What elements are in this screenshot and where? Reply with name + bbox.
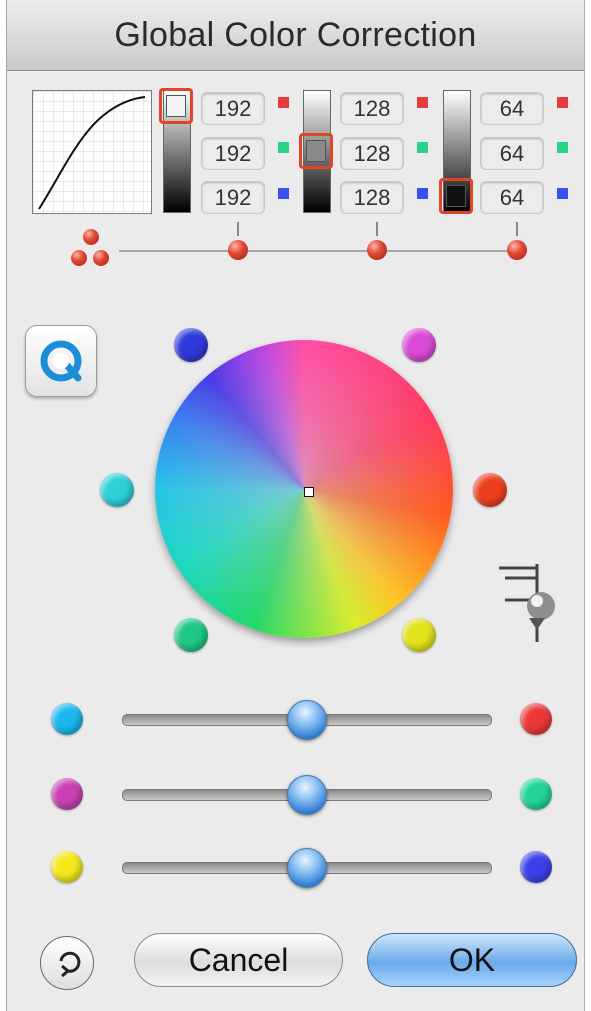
red-channel-icon [278, 97, 289, 108]
shadows-green-field[interactable]: 64 [480, 137, 544, 170]
window-title: Global Color Correction [114, 16, 477, 54]
wheel-center-handle[interactable] [304, 487, 314, 497]
midtones-blue-field[interactable]: 128 [340, 181, 404, 214]
slider-3-knob[interactable] [287, 848, 327, 888]
blue-channel-icon [417, 188, 428, 199]
curve-graph-icon [33, 91, 151, 213]
link-tick [516, 222, 518, 236]
slider-1-left-swatch [51, 703, 83, 735]
red-channel-icon [557, 97, 568, 108]
slider-2-left-swatch [51, 778, 83, 810]
link-tick [237, 222, 239, 236]
red-channel-icon [417, 97, 428, 108]
midtones-green-field[interactable]: 128 [340, 137, 404, 170]
shadows-red-field[interactable]: 64 [480, 92, 544, 125]
green-channel-icon [557, 142, 568, 153]
highlights-selector[interactable] [159, 88, 193, 124]
slider-2-knob[interactable] [287, 775, 327, 815]
highlights-link-ball[interactable] [228, 240, 248, 260]
link-tick [376, 222, 378, 236]
midtones-red-field[interactable]: 128 [340, 92, 404, 125]
aqua-circle-icon [40, 340, 82, 382]
red-target-dot[interactable] [473, 473, 507, 507]
highlights-red-field[interactable]: 192 [201, 92, 265, 125]
green-channel-icon [278, 142, 289, 153]
link-line [119, 250, 514, 252]
curve-preview[interactable] [32, 90, 152, 214]
shadows-blue-field[interactable]: 64 [480, 181, 544, 214]
shadows-link-ball[interactable] [507, 240, 527, 260]
green-target-dot[interactable] [174, 618, 208, 652]
green-channel-icon [417, 142, 428, 153]
slider-3-right-swatch [520, 851, 552, 883]
blue-channel-icon [557, 188, 568, 199]
midtones-selector[interactable] [299, 133, 333, 169]
blue-channel-icon [278, 188, 289, 199]
yellow-target-dot[interactable] [402, 618, 436, 652]
highlights-blue-field[interactable]: 192 [201, 181, 265, 214]
slider-1-right-swatch [520, 703, 552, 735]
ball-icon [83, 229, 99, 245]
reset-icon [59, 951, 81, 978]
cancel-button[interactable]: Cancel [134, 933, 343, 987]
eyedropper-icon[interactable] [491, 556, 561, 648]
highlights-green-field[interactable]: 192 [201, 137, 265, 170]
blue-target-dot[interactable] [174, 328, 208, 362]
slider-1-knob[interactable] [287, 700, 327, 740]
ball-icon [71, 250, 87, 266]
reset-button[interactable] [40, 936, 94, 990]
cyan-target-dot[interactable] [100, 473, 134, 507]
title-bar[interactable]: Global Color Correction [7, 0, 584, 71]
auto-color-button[interactable] [25, 325, 97, 397]
shadows-selector[interactable] [439, 178, 473, 214]
ok-button[interactable]: OK [367, 933, 577, 987]
magenta-target-dot[interactable] [402, 328, 436, 362]
color-correction-window: Global Color Correction 192 192 192 128 … [6, 0, 585, 1011]
midtones-link-ball[interactable] [367, 240, 387, 260]
slider-2-right-swatch [520, 778, 552, 810]
ball-icon [93, 250, 109, 266]
slider-3-left-swatch [51, 851, 83, 883]
